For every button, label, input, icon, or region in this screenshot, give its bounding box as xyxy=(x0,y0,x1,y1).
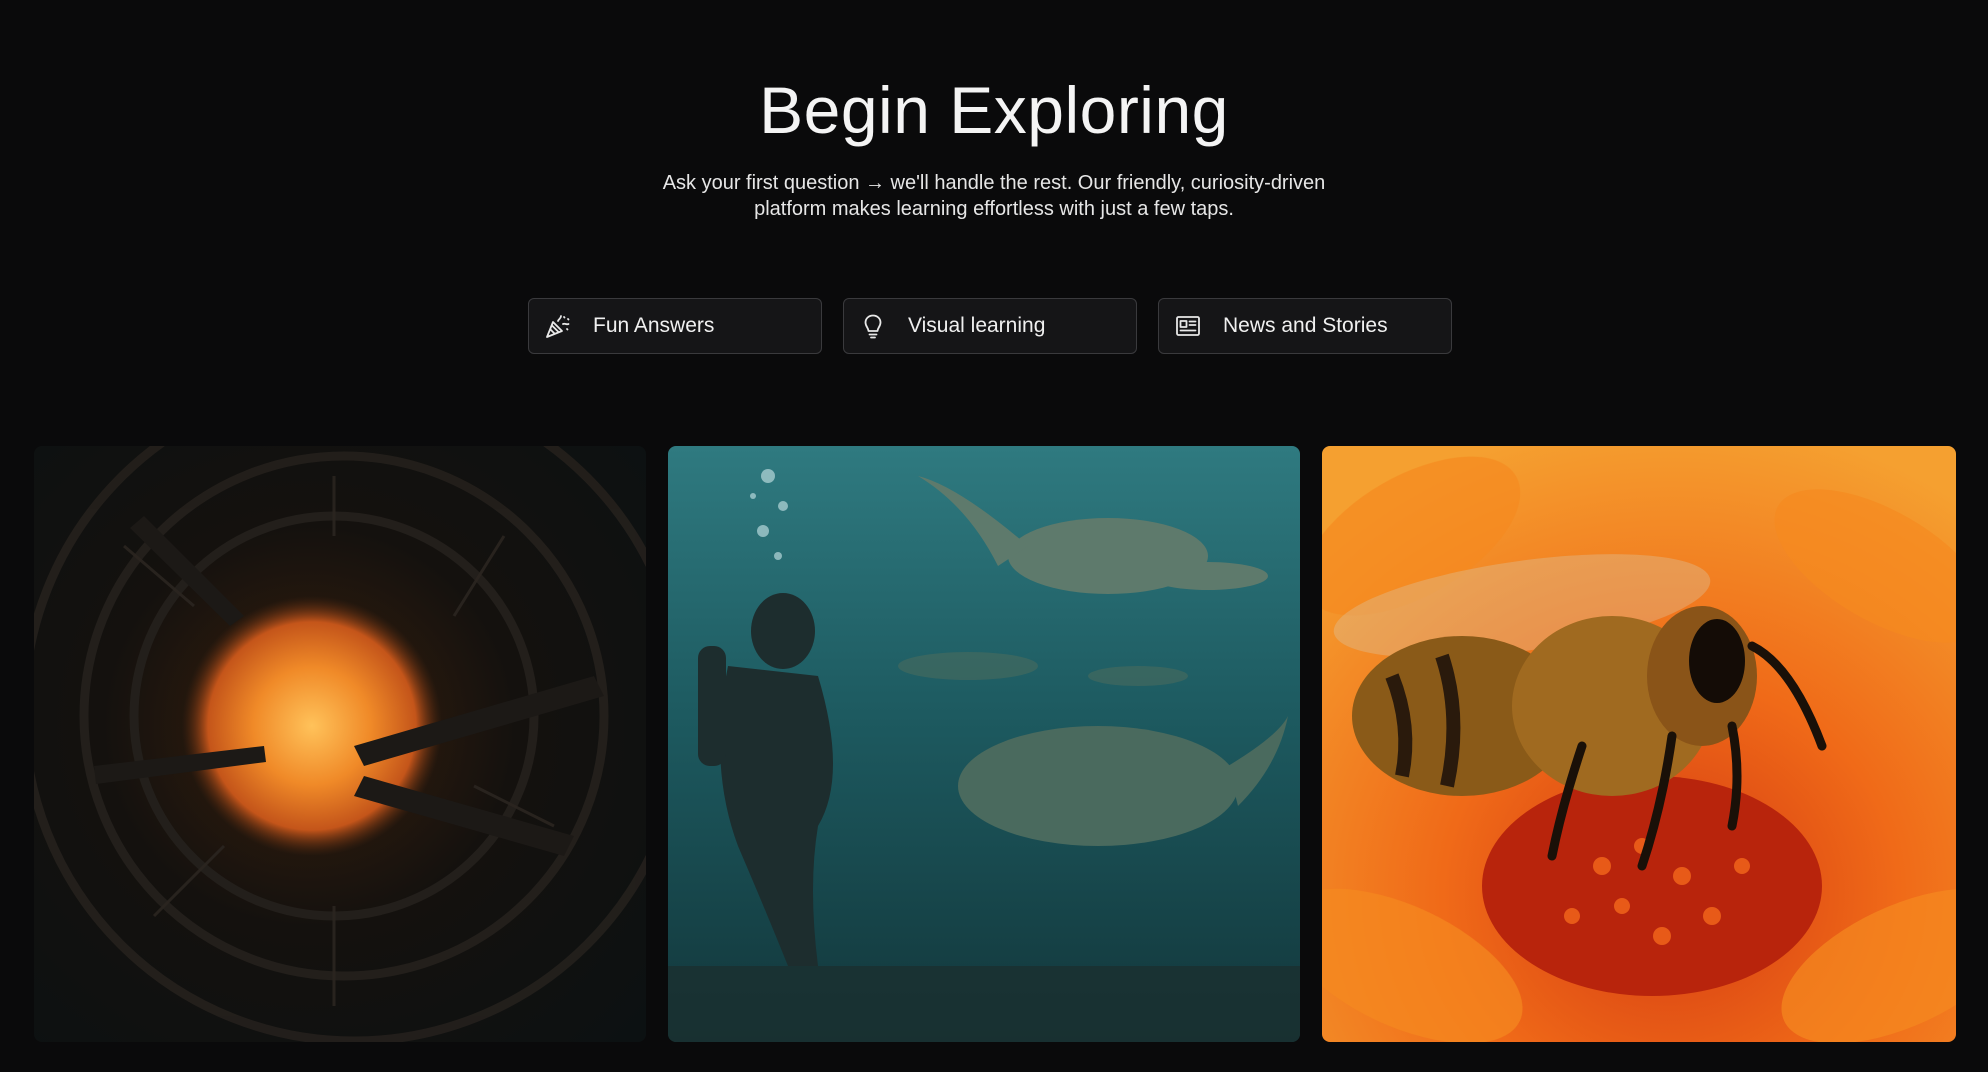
visual-learning-chip[interactable]: Visual learning xyxy=(843,298,1137,354)
news-and-stories-label: News and Stories xyxy=(1223,314,1388,337)
image-gallery xyxy=(34,446,1956,1042)
sun-ring-image xyxy=(34,446,646,1042)
lightbulb-icon xyxy=(858,311,888,341)
bee-flower-image xyxy=(1322,446,1956,1042)
subtitle-line-2: platform makes learning effortless with … xyxy=(754,198,1234,220)
fun-answers-chip[interactable]: Fun Answers xyxy=(528,298,822,354)
underwater-image xyxy=(668,446,1300,1042)
underwater-image-card[interactable] xyxy=(668,446,1300,1042)
party-popper-icon xyxy=(543,311,573,341)
page-subtitle: Ask your first question → we'll handle t… xyxy=(644,170,1344,222)
space-station-image-card[interactable] xyxy=(34,446,646,1042)
bee-flower-image-card[interactable] xyxy=(1322,446,1956,1042)
fun-answers-label: Fun Answers xyxy=(593,314,715,337)
topic-chips: Fun Answers Visual learning News and Sto… xyxy=(528,298,1452,354)
subtitle-line-1: Ask your first question → we'll handle t… xyxy=(662,172,1326,194)
page-title: Begin Exploring xyxy=(759,73,1229,147)
newspaper-icon xyxy=(1173,311,1203,341)
visual-learning-label: Visual learning xyxy=(908,314,1046,337)
news-and-stories-chip[interactable]: News and Stories xyxy=(1158,298,1452,354)
